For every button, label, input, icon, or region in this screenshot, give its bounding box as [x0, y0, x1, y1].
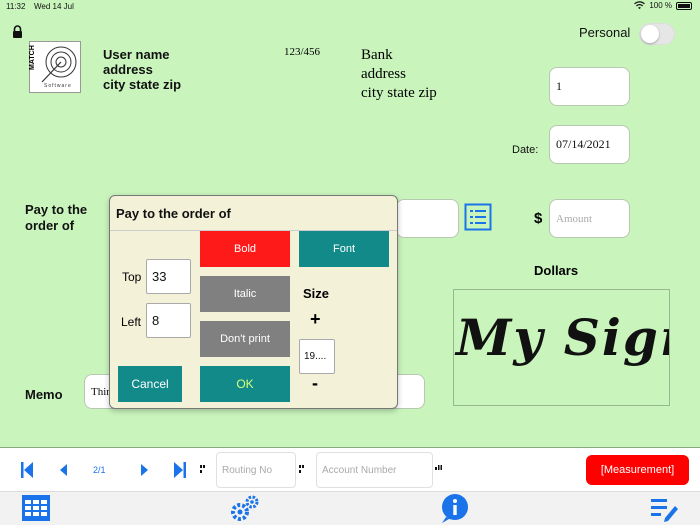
- dollars-label: Dollars: [534, 263, 579, 278]
- routing-symbol-end-icon: [299, 465, 304, 473]
- date-field[interactable]: 07/14/2021: [549, 125, 630, 164]
- dollar-sign: $: [534, 210, 543, 227]
- left-label: Left: [121, 315, 142, 329]
- next-page-icon[interactable]: [140, 463, 149, 477]
- signature-text: My Sign: [456, 308, 669, 367]
- memo-label: Memo: [25, 387, 63, 402]
- bold-button[interactable]: Bold: [200, 231, 290, 267]
- logo-subtext: Software: [44, 83, 72, 89]
- user-city[interactable]: city state zip: [103, 77, 181, 92]
- status-date: Wed 14 Jul: [34, 2, 74, 11]
- toggle-knob: [641, 25, 659, 43]
- pay-to-label: Pay to the order of: [25, 202, 88, 233]
- size-label: Size: [303, 286, 330, 301]
- account-number-field[interactable]: Account Number: [316, 452, 433, 488]
- onus-symbol-icon: [435, 465, 442, 470]
- text-format-dialog: Pay to the order of Bold Font Italic Don…: [109, 195, 398, 409]
- prev-page-icon[interactable]: [59, 463, 68, 477]
- cancel-button[interactable]: Cancel: [118, 366, 182, 402]
- dont-print-button[interactable]: Don't print: [200, 321, 290, 357]
- battery-icon: [676, 1, 692, 10]
- bank-name[interactable]: Bank: [361, 47, 393, 64]
- italic-button[interactable]: Italic: [200, 276, 290, 312]
- size-input[interactable]: 19....: [299, 339, 335, 374]
- routing-number-field[interactable]: Routing No: [216, 452, 296, 488]
- left-input[interactable]: 8: [146, 303, 191, 338]
- page-indicator: 2/1: [93, 465, 106, 475]
- check-number-field[interactable]: 1: [549, 67, 630, 106]
- user-name[interactable]: User name: [103, 47, 169, 62]
- font-button[interactable]: Font: [299, 231, 389, 267]
- logo-text: MATCH: [29, 45, 36, 70]
- personal-label: Personal: [579, 25, 631, 40]
- wifi-icon: [634, 1, 646, 10]
- date-label: Date:: [512, 144, 539, 156]
- bank-city[interactable]: city state zip: [361, 85, 437, 102]
- bottom-toolbar: 2/1 Routing No Account Number [Measureme…: [0, 449, 700, 491]
- signature-box[interactable]: My Sign: [453, 289, 670, 406]
- company-logo[interactable]: MATCH Software: [29, 41, 81, 93]
- top-input[interactable]: 33: [146, 259, 191, 294]
- gears-icon[interactable]: [229, 493, 261, 523]
- lock-icon[interactable]: [12, 25, 23, 38]
- routing-symbol-icon: [200, 465, 205, 473]
- size-decrease-button[interactable]: -: [312, 373, 318, 394]
- dialog-title: Pay to the order of: [116, 206, 231, 221]
- grid-icon[interactable]: [21, 494, 51, 522]
- ok-button[interactable]: OK: [200, 366, 290, 402]
- measurement-button[interactable]: [Measurement]: [586, 455, 689, 485]
- last-page-icon[interactable]: [173, 461, 187, 479]
- payee-field[interactable]: [396, 199, 459, 238]
- first-page-icon[interactable]: [20, 461, 34, 479]
- size-increase-button[interactable]: +: [310, 309, 321, 330]
- amount-field[interactable]: Amount: [549, 199, 630, 238]
- status-bar: 11:32 Wed 14 Jul 100 %: [0, 0, 700, 14]
- list-icon[interactable]: [464, 203, 492, 231]
- edit-list-icon[interactable]: [650, 496, 680, 522]
- status-time: 11:32: [6, 2, 26, 11]
- routing-display[interactable]: 123/456: [284, 46, 320, 58]
- battery-percent: 100 %: [649, 1, 672, 10]
- bank-address[interactable]: address: [361, 66, 406, 83]
- user-address[interactable]: address: [103, 62, 153, 77]
- info-icon[interactable]: [439, 493, 471, 525]
- top-label: Top: [122, 270, 142, 284]
- status-right: 100 %: [634, 1, 692, 10]
- tab-bar: [0, 491, 700, 525]
- personal-toggle[interactable]: [639, 23, 675, 45]
